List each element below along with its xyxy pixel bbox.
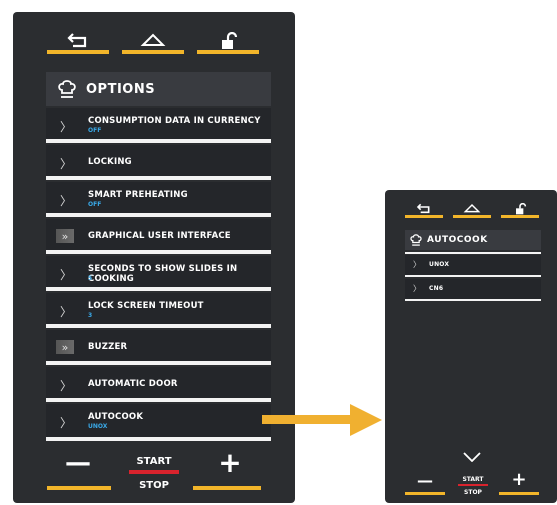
unlock-icon: [222, 32, 238, 49]
list-item-buzzer[interactable]: » BUZZER: [46, 330, 271, 365]
list-item-label: AUTOMATIC DOOR: [88, 379, 178, 389]
list-item-label: CONSUMPTION DATA IN CURRENCY: [88, 116, 261, 126]
list-item-label: SMART PREHEATING: [88, 190, 188, 200]
list-item-gui[interactable]: » GRAPHICAL USER INTERFACE: [46, 219, 271, 254]
list-item-label: UNOX: [429, 261, 450, 268]
back-button[interactable]: [405, 200, 443, 218]
start-label: START: [136, 456, 172, 467]
list-item-value: OFF: [88, 201, 102, 208]
plus-underline: [499, 492, 539, 495]
options-panel: OPTIONS 〉 CONSUMPTION DATA IN CURRENCY O…: [13, 12, 295, 503]
back-icon: [416, 203, 430, 214]
chef-hat-icon: [410, 234, 422, 246]
plus-button[interactable]: +: [501, 471, 537, 489]
home-icon: [463, 203, 481, 213]
chevron-down-icon[interactable]: [463, 452, 481, 462]
list-item-label: AUTOCOOK: [88, 412, 144, 422]
home-button[interactable]: [122, 28, 184, 54]
list-item-smart-preheating[interactable]: 〉 SMART PREHEATING OFF: [46, 182, 271, 217]
page-title: AUTOCOOK: [427, 235, 488, 245]
list-item-label: LOCK SCREEN TIMEOUT: [88, 301, 204, 311]
list-item-label: SECONDS TO SHOW SLIDES IN COOKING: [88, 264, 238, 284]
autocook-header: AUTOCOOK: [405, 230, 541, 250]
minus-button[interactable]: —: [53, 448, 103, 478]
page-title: OPTIONS: [86, 81, 156, 97]
list-item-seconds-slides[interactable]: 〉 SECONDS TO SHOW SLIDES IN COOKING 5: [46, 256, 271, 291]
unlock-button[interactable]: [197, 28, 259, 54]
list-item-unox[interactable]: 〉 UNOX: [405, 255, 541, 277]
minus-underline: [47, 486, 111, 490]
chevron-right-icon: 〉: [60, 157, 73, 171]
start-stop-divider: [129, 470, 179, 474]
chevron-right-icon: 〉: [60, 416, 73, 430]
double-chevron-icon: »: [56, 229, 74, 243]
start-stop-divider: [458, 484, 488, 486]
plus-underline: [193, 486, 261, 490]
back-button[interactable]: [47, 28, 109, 54]
chevron-right-icon: 〉: [413, 260, 421, 269]
list-item-label: BUZZER: [88, 342, 128, 352]
list-item-autocook[interactable]: 〉 AUTOCOOK UNOX: [46, 404, 271, 441]
stop-label: STOP: [464, 489, 482, 496]
stop-label: STOP: [139, 480, 169, 491]
list-item-value: UNOX: [88, 423, 108, 430]
plus-button[interactable]: +: [205, 448, 255, 478]
autocook-panel: AUTOCOOK 〉 UNOX 〉 CN6 — START STOP +: [385, 190, 557, 503]
chevron-right-icon: 〉: [413, 284, 421, 293]
transition-arrow: [262, 404, 382, 436]
list-item-label: CN6: [429, 285, 444, 292]
home-icon: [140, 33, 166, 46]
list-item-value: 3: [88, 312, 93, 319]
double-chevron-icon: »: [56, 340, 74, 354]
chevron-right-icon: 〉: [60, 305, 73, 319]
back-icon: [67, 33, 87, 48]
list-item-automatic-door[interactable]: 〉 AUTOMATIC DOOR: [46, 367, 271, 402]
chevron-right-icon: 〉: [60, 379, 73, 393]
list-item-cn6[interactable]: 〉 CN6: [405, 279, 541, 301]
unlock-button[interactable]: [501, 200, 539, 218]
header-divider: [405, 252, 541, 254]
list-item-consumption[interactable]: 〉 CONSUMPTION DATA IN CURRENCY OFF: [46, 108, 271, 143]
start-stop-button[interactable]: START STOP: [125, 456, 183, 492]
unlock-icon: [516, 203, 527, 215]
chevron-right-icon: 〉: [60, 120, 73, 134]
chef-hat-icon: [58, 80, 76, 98]
minus-button[interactable]: —: [407, 472, 443, 490]
start-label: START: [462, 476, 484, 483]
list-item-locking[interactable]: 〉 LOCKING: [46, 145, 271, 180]
minus-underline: [405, 492, 445, 495]
list-item-lock-timeout[interactable]: 〉 LOCK SCREEN TIMEOUT 3: [46, 293, 271, 328]
list-item-value: OFF: [88, 127, 102, 134]
list-item-value: 5: [88, 275, 93, 282]
chevron-right-icon: 〉: [60, 268, 73, 282]
list-item-label: GRAPHICAL USER INTERFACE: [88, 231, 231, 241]
list-item-label: LOCKING: [88, 157, 132, 167]
chevron-right-icon: 〉: [60, 194, 73, 208]
options-header: OPTIONS: [46, 72, 271, 106]
home-button[interactable]: [453, 200, 491, 218]
start-stop-button[interactable]: START STOP: [455, 476, 491, 496]
